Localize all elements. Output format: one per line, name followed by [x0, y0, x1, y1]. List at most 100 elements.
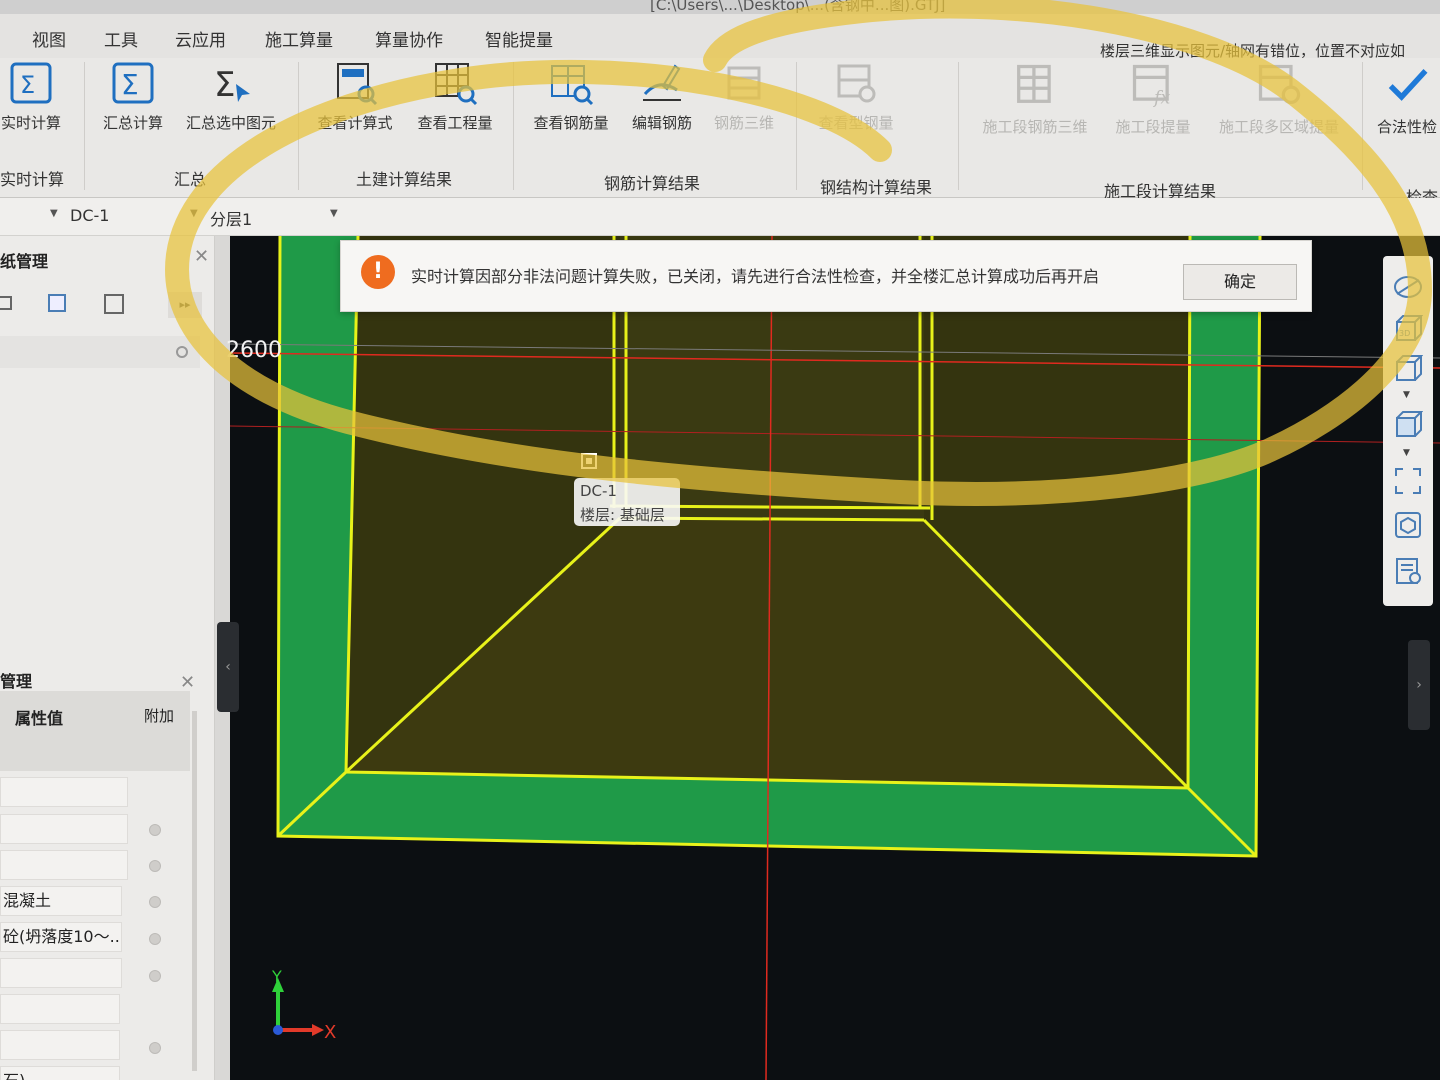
- group-label-civil: 土建计算结果: [356, 170, 453, 189]
- checkbox[interactable]: [149, 933, 161, 945]
- menu-view[interactable]: 视图: [32, 26, 66, 51]
- svg-text:Σ: Σ: [20, 71, 35, 99]
- drawing-manager-title: 纸管理: [0, 252, 49, 271]
- close-icon[interactable]: ✕: [180, 672, 195, 693]
- menu-tools[interactable]: 工具: [104, 26, 138, 51]
- dropdown-arrow-icon[interactable]: ▼: [330, 208, 338, 219]
- orbit-icon[interactable]: [1393, 272, 1423, 302]
- copy-icon[interactable]: [48, 294, 66, 312]
- realtime-calc-icon: Σ: [10, 62, 52, 104]
- checkbox[interactable]: [149, 970, 161, 982]
- dropdown-arrow-icon[interactable]: ▼: [190, 208, 198, 219]
- chevron-down-icon[interactable]: ▼: [1403, 448, 1410, 458]
- view-rebar-button[interactable]: 查看钢筋量: [526, 58, 616, 133]
- stage-rebar-3d-button[interactable]: 施工段钢筋三维: [972, 58, 1098, 137]
- realtime-calc-button[interactable]: Σ 实时计算: [0, 58, 62, 133]
- fullscreen-icon[interactable]: [1393, 466, 1423, 496]
- table-row[interactable]: 混凝土: [0, 886, 122, 916]
- column-header-value: 属性值: [15, 709, 64, 728]
- view-toolbar: 3D ▼ ▼: [1383, 256, 1433, 606]
- menu-quantity-collab[interactable]: 算量协作: [375, 26, 443, 51]
- search-field[interactable]: [0, 336, 200, 368]
- close-icon[interactable]: ✕: [194, 246, 209, 267]
- view-steel-icon: [837, 64, 876, 103]
- 3d-viewport[interactable]: [230, 236, 1440, 1080]
- stage-multi-area-icon: [1258, 64, 1301, 105]
- checkbox[interactable]: [149, 1042, 161, 1054]
- rebar-3d-icon: [727, 66, 761, 100]
- ribbon-toolbar: Σ 实时计算 Σ 汇总计算 Σ 汇总选中图元 查看计算式 查看工程量 查看钢筋量…: [0, 58, 1440, 207]
- more-icon[interactable]: ▸▸: [168, 292, 202, 318]
- ribbon-separator: [513, 62, 514, 190]
- warning-icon: !: [361, 255, 395, 289]
- table-row[interactable]: [0, 958, 122, 988]
- summary-selected-button[interactable]: Σ 汇总选中图元: [178, 58, 284, 133]
- scrollbar[interactable]: [192, 711, 197, 1071]
- properties-view-icon[interactable]: [1393, 556, 1423, 586]
- sigma-icon: Σ: [112, 62, 154, 104]
- ribbon-separator: [298, 62, 299, 190]
- group-label-rebar: 钢筋计算结果: [604, 174, 701, 193]
- confirm-button[interactable]: 确定: [1183, 264, 1297, 300]
- edit-rebar-icon: [643, 64, 681, 101]
- table-row[interactable]: [0, 1030, 120, 1060]
- layer-select[interactable]: 分层1: [210, 206, 252, 230]
- search-icon[interactable]: [176, 346, 188, 358]
- window-title: [C:\Users\...\Desktop\...(含钢中...图).GTJ]: [650, 0, 946, 14]
- view-formula-button[interactable]: 查看计算式: [310, 58, 400, 133]
- solid-cube-icon[interactable]: [1393, 410, 1423, 440]
- legality-check-button[interactable]: 合法性检: [1374, 58, 1440, 137]
- box-view-icon[interactable]: [1393, 510, 1423, 540]
- checkbox[interactable]: [149, 860, 161, 872]
- svg-text:Σ: Σ: [121, 68, 139, 101]
- ribbon-separator: [1362, 62, 1363, 190]
- panel-tool-icon[interactable]: [0, 296, 12, 310]
- collapse-right-handle[interactable]: ›: [1408, 640, 1430, 730]
- table-row[interactable]: [0, 814, 128, 844]
- svg-text:Σ: Σ: [214, 65, 235, 105]
- view-steel-button[interactable]: 查看型钢量: [806, 58, 906, 133]
- ribbon-separator: [796, 62, 797, 190]
- menu-construction-quantity[interactable]: 施工算量: [265, 26, 333, 51]
- svg-text:fx: fx: [1152, 88, 1170, 108]
- table-row[interactable]: 砼(坍落度10～...: [0, 922, 122, 952]
- table-row[interactable]: [0, 850, 128, 880]
- view-rebar-icon: [551, 65, 594, 106]
- view-formula-icon: [337, 63, 378, 106]
- property-table-header: 属性值 附加: [0, 691, 190, 771]
- 3d-view-icon[interactable]: 3D: [1393, 314, 1423, 344]
- dropdown-arrow-icon[interactable]: ▼: [50, 208, 58, 219]
- sigma-select-icon: Σ: [214, 65, 250, 105]
- cube-icon[interactable]: [1393, 354, 1423, 384]
- table-row[interactable]: [0, 994, 120, 1024]
- notification-message: 实时计算因部分非法问题计算失败，已关闭，请先进行合法性检查，并全楼汇总计算成功后…: [411, 267, 1100, 286]
- chevron-down-icon[interactable]: ▼: [1403, 390, 1410, 400]
- image-icon[interactable]: [104, 294, 124, 314]
- x-axis-label: X: [324, 1022, 336, 1043]
- window-title-bar: [C:\Users\...\Desktop\...(含钢中...图).GTJ]: [0, 0, 1440, 14]
- summary-calc-button[interactable]: Σ 汇总计算: [98, 58, 168, 133]
- component-select[interactable]: DC-1: [70, 206, 109, 225]
- axis-indicator: Y X: [271, 967, 336, 1043]
- y-axis-label: Y: [271, 967, 282, 986]
- edit-rebar-button[interactable]: 编辑钢筋: [626, 58, 698, 133]
- stage-multi-area-button[interactable]: 施工段多区域提量: [1208, 58, 1350, 137]
- svg-text:3D: 3D: [1399, 329, 1410, 338]
- checkbox[interactable]: [149, 896, 161, 908]
- view-quantity-button[interactable]: 查看工程量: [410, 58, 500, 133]
- table-row[interactable]: 石): [0, 1066, 120, 1080]
- collapse-left-handle[interactable]: ‹: [217, 622, 239, 712]
- tooltip-name: DC-1: [580, 482, 617, 500]
- rebar-3d-button[interactable]: 钢筋三维: [708, 58, 780, 133]
- checkbox[interactable]: [149, 824, 161, 836]
- menu-smart-extract[interactable]: 智能提量: [485, 26, 553, 51]
- column-header-extra: 附加: [144, 707, 175, 725]
- stage-rebar-3d-icon: [1017, 64, 1051, 103]
- group-label-steel: 钢结构计算结果: [820, 178, 933, 197]
- menu-cloud-apps[interactable]: 云应用: [175, 26, 226, 51]
- table-row[interactable]: [0, 777, 128, 807]
- dimension-label: 2600: [226, 338, 282, 363]
- stage-quantity-button[interactable]: fx 施工段提量: [1106, 58, 1200, 137]
- ribbon-separator: [958, 62, 959, 190]
- view-quantity-icon: [435, 63, 478, 106]
